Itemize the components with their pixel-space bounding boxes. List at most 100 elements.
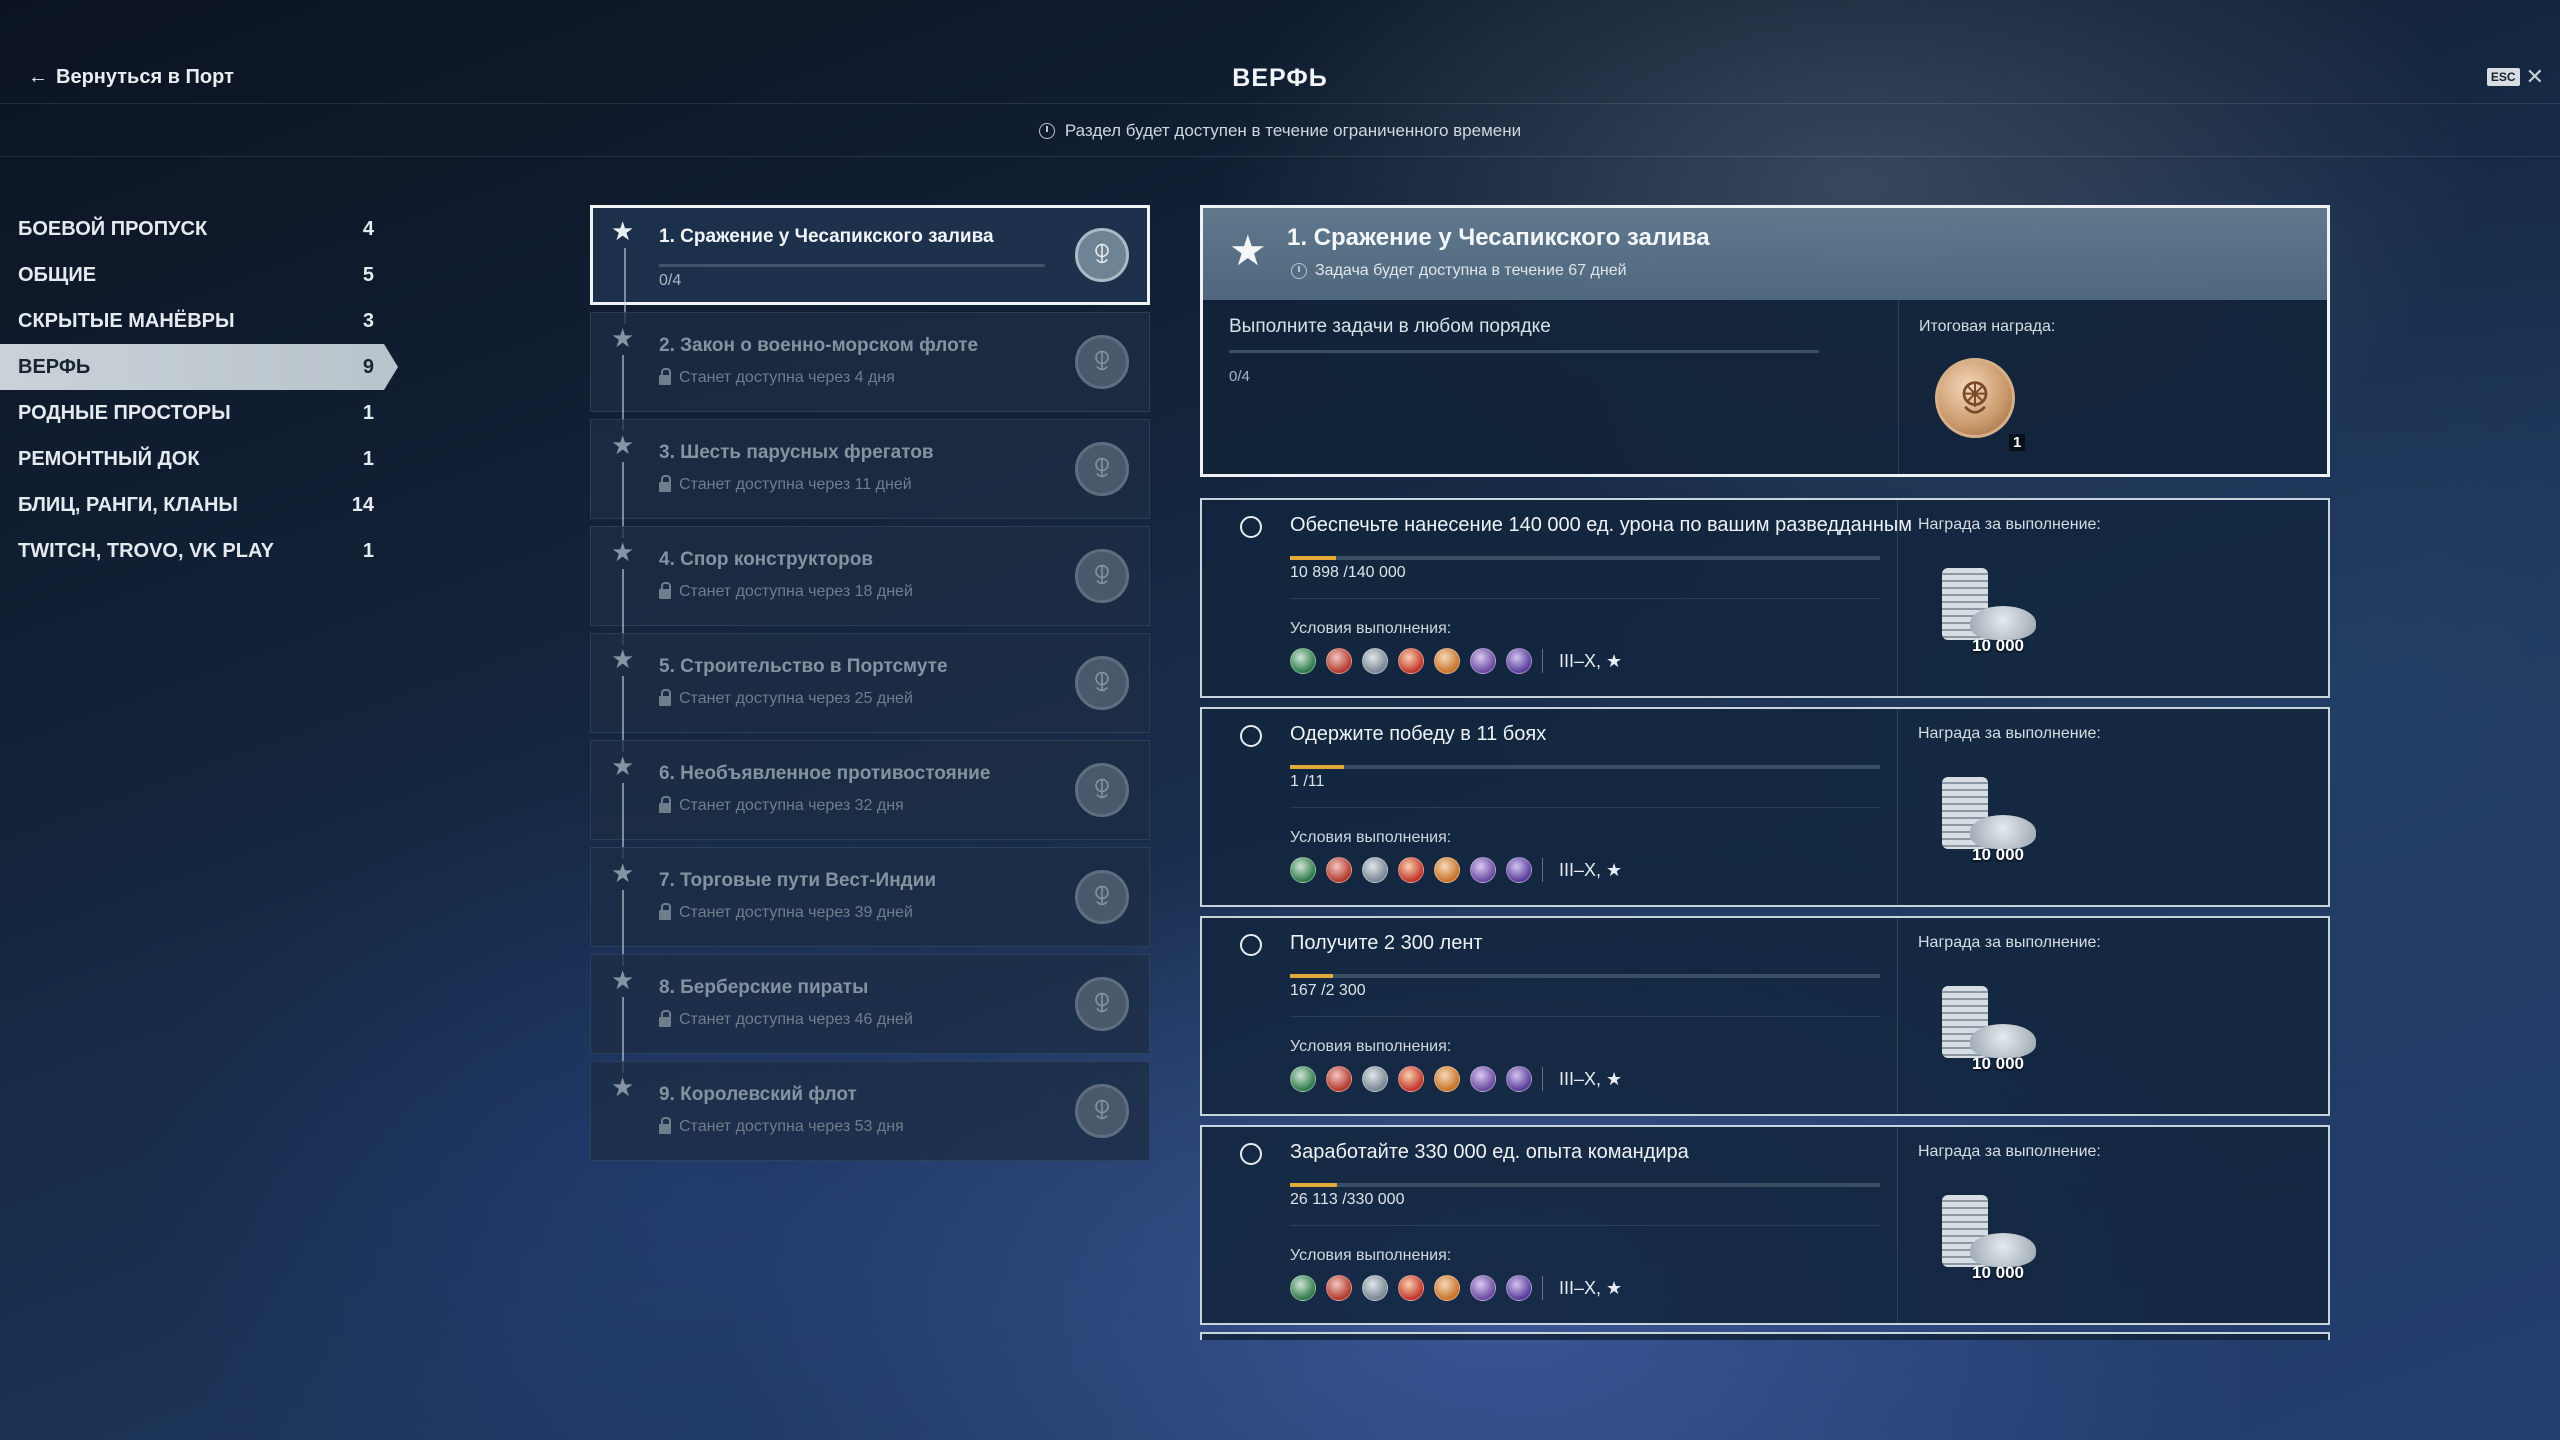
quest-card[interactable]: ★ 2. Закон о военно-морском флоте Станет д… bbox=[590, 312, 1150, 431]
tier-range: III–X, ★ bbox=[1559, 859, 1623, 880]
quest-card[interactable]: ★ 7. Торговые пути Вест-Индии Станет досту… bbox=[590, 847, 1150, 966]
shipyard-medal-icon bbox=[1075, 549, 1129, 603]
task-progress-text: 10 898 /140 000 bbox=[1290, 564, 1406, 581]
esc-key-badge[interactable]: ESC bbox=[2486, 68, 2520, 86]
divider bbox=[1542, 1067, 1543, 1091]
sidebar-item-home-waters[interactable]: РОДНЫЕ ПРОСТОРЫ 1 bbox=[0, 390, 392, 436]
nation-red-icon bbox=[1326, 857, 1352, 883]
anchor-wheel-icon bbox=[1962, 381, 1988, 414]
task-select-radio[interactable] bbox=[1240, 1143, 1262, 1165]
divider bbox=[1542, 858, 1543, 882]
conditions-label: Условия выполнения: bbox=[1290, 1038, 1452, 1055]
task-progress-bar bbox=[1290, 765, 1880, 769]
task-card: Одержите победу в 11 боях 1 /11 Условия вы… bbox=[1200, 707, 2330, 907]
shipyard-medal-icon bbox=[1075, 1084, 1129, 1138]
quest-progress-text: 0/4 bbox=[659, 272, 682, 289]
divider bbox=[1897, 1127, 1898, 1323]
shipyard-medal-icon bbox=[1075, 442, 1129, 496]
nation-violet-icon bbox=[1506, 1275, 1532, 1301]
quest-card[interactable]: ★ 1. Сражение у Чесапикского залива 0/4 bbox=[590, 205, 1150, 324]
clock-icon bbox=[1038, 122, 1055, 139]
nation-orange-icon bbox=[1434, 857, 1460, 883]
coin-pile-icon bbox=[1970, 1024, 2036, 1058]
anchor-icon bbox=[1095, 992, 1109, 1013]
nation-orange-icon bbox=[1434, 1066, 1460, 1092]
quest-availability: Задача будет доступна в течение 67 дней bbox=[1291, 262, 1627, 280]
nation-green-icon bbox=[1290, 648, 1316, 674]
star-icon: ★ bbox=[611, 323, 635, 353]
divider bbox=[1542, 649, 1543, 673]
sidebar-item-count: 4 bbox=[362, 217, 374, 240]
unlock-time-text: Станет доступна через 11 дней bbox=[679, 476, 912, 493]
quest-name: 1. Сражение у Чесапикского залива bbox=[659, 226, 994, 247]
notice-text: Раздел будет доступен в течение ограниче… bbox=[1064, 120, 1522, 140]
divider bbox=[1290, 807, 1880, 808]
reward-amount: 10 000 bbox=[1972, 1263, 2024, 1282]
star-icon: ★ bbox=[611, 644, 635, 674]
quest-card[interactable]: ★ 9. Королевский флот Станет доступна чере… bbox=[590, 1061, 1150, 1161]
sidebar-item-count: 1 bbox=[362, 539, 374, 562]
nation-red-star-icon bbox=[1398, 1275, 1424, 1301]
sidebar-item-shipyard[interactable]: ВЕРФЬ 9 bbox=[0, 344, 398, 390]
sidebar-item-label: БЛИЦ, РАНГИ, КЛАНЫ bbox=[18, 493, 239, 516]
shipyard-medal-icon bbox=[1075, 977, 1129, 1031]
divider bbox=[1897, 500, 1898, 696]
lock-icon bbox=[659, 1117, 671, 1134]
close-icon[interactable]: ✕ bbox=[2526, 66, 2544, 88]
esc-close-group[interactable]: ESC ✕ bbox=[2486, 66, 2544, 88]
sidebar-item-repair-dock[interactable]: РЕМОНТНЫЙ ДОК 1 bbox=[0, 436, 392, 482]
quest-card[interactable]: ★ 6. Необъявленное противостояние Станет д… bbox=[590, 740, 1150, 859]
sidebar-item-label: РОДНЫЕ ПРОСТОРЫ bbox=[18, 401, 231, 424]
divider bbox=[1898, 300, 1899, 474]
nation-red-star-icon bbox=[1398, 648, 1424, 674]
quest-progress-bar bbox=[1229, 350, 1819, 353]
sidebar-item-general[interactable]: ОБЩИЕ 5 bbox=[0, 252, 392, 298]
sidebar-item-battle-pass[interactable]: БОЕВОЙ ПРОПУСК 4 bbox=[0, 206, 392, 252]
sidebar-item-streaming[interactable]: TWITCH, TROVO, VK PLAY 1 bbox=[0, 528, 392, 574]
quest-name: 8. Берберские пираты bbox=[659, 977, 869, 998]
anchor-icon bbox=[1095, 350, 1109, 371]
sidebar-item-label: РЕМОНТНЫЙ ДОК bbox=[18, 447, 200, 470]
task-progress-text: 1 /11 bbox=[1290, 773, 1325, 790]
conditions-label: Условия выполнения: bbox=[1290, 829, 1452, 846]
nation-violet-icon bbox=[1506, 648, 1532, 674]
final-reward-count: 1 bbox=[2009, 434, 2026, 451]
task-card: Обеспечьте нанесение 140 000 ед. урона п… bbox=[1200, 498, 2330, 698]
task-progress-fill bbox=[1290, 1183, 1337, 1187]
task-description: Одержите победу в 11 боях bbox=[1290, 723, 1547, 745]
final-reward-label: Итоговая награда: bbox=[1919, 318, 2056, 335]
unlock-time-text: Станет доступна через 46 дней bbox=[679, 1011, 913, 1028]
nation-violet-icon bbox=[1506, 1066, 1532, 1092]
quest-lock-status: Станет доступна через 32 дня bbox=[659, 796, 904, 815]
quest-lock-status: Станет доступна через 46 дней bbox=[659, 1010, 913, 1029]
sidebar-item-hidden-maneuvers[interactable]: СКРЫТЫЕ МАНЁВРЫ 3 bbox=[0, 298, 392, 344]
task-select-radio[interactable] bbox=[1240, 516, 1262, 538]
shipyard-medal-icon bbox=[1075, 656, 1129, 710]
conditions-label: Условия выполнения: bbox=[1290, 1247, 1452, 1264]
quest-instruction: Выполните задачи в любом порядке bbox=[1229, 316, 1551, 337]
quest-name: 4. Спор конструкторов bbox=[659, 549, 874, 570]
quest-card[interactable]: ★ 4. Спор конструкторов Станет доступна че… bbox=[590, 526, 1150, 645]
sidebar-item-label: ОБЩИЕ bbox=[18, 263, 97, 286]
time-limit-notice: Раздел будет доступен в течение ограниче… bbox=[0, 105, 2560, 157]
quest-name: 6. Необъявленное противостояние bbox=[659, 763, 991, 784]
conditions-label: Условия выполнения: bbox=[1290, 620, 1452, 637]
quest-lock-status: Станет доступна через 39 дней bbox=[659, 903, 913, 922]
nation-purple-icon bbox=[1470, 1275, 1496, 1301]
quest-card[interactable]: ★ 3. Шесть парусных фрегатов Станет доступ… bbox=[590, 419, 1150, 538]
nation-green-icon bbox=[1290, 1066, 1316, 1092]
final-reward-badge-icon[interactable] bbox=[1935, 358, 2015, 438]
quest-card[interactable]: ★ 5. Строительство в Портсмуте Станет дост… bbox=[590, 633, 1150, 752]
sidebar-item-label: БОЕВОЙ ПРОПУСК bbox=[18, 217, 208, 240]
task-select-radio[interactable] bbox=[1240, 725, 1262, 747]
nation-red-icon bbox=[1326, 648, 1352, 674]
quest-card[interactable]: ★ 8. Берберские пираты Станет доступна чер… bbox=[590, 954, 1150, 1073]
sidebar-item-blitz-ranks-clans[interactable]: БЛИЦ, РАНГИ, КЛАНЫ 14 bbox=[0, 482, 392, 528]
sidebar-item-label: ВЕРФЬ bbox=[18, 355, 91, 378]
star-icon: ★ bbox=[611, 537, 635, 567]
task-select-radio[interactable] bbox=[1240, 934, 1262, 956]
unlock-time-text: Станет доступна через 25 дней bbox=[679, 690, 913, 707]
condition-nation-icons: III–X, ★ bbox=[1290, 1066, 1622, 1092]
reward-label: Награда за выполнение: bbox=[1918, 725, 2101, 742]
anchor-icon bbox=[1095, 1099, 1109, 1120]
